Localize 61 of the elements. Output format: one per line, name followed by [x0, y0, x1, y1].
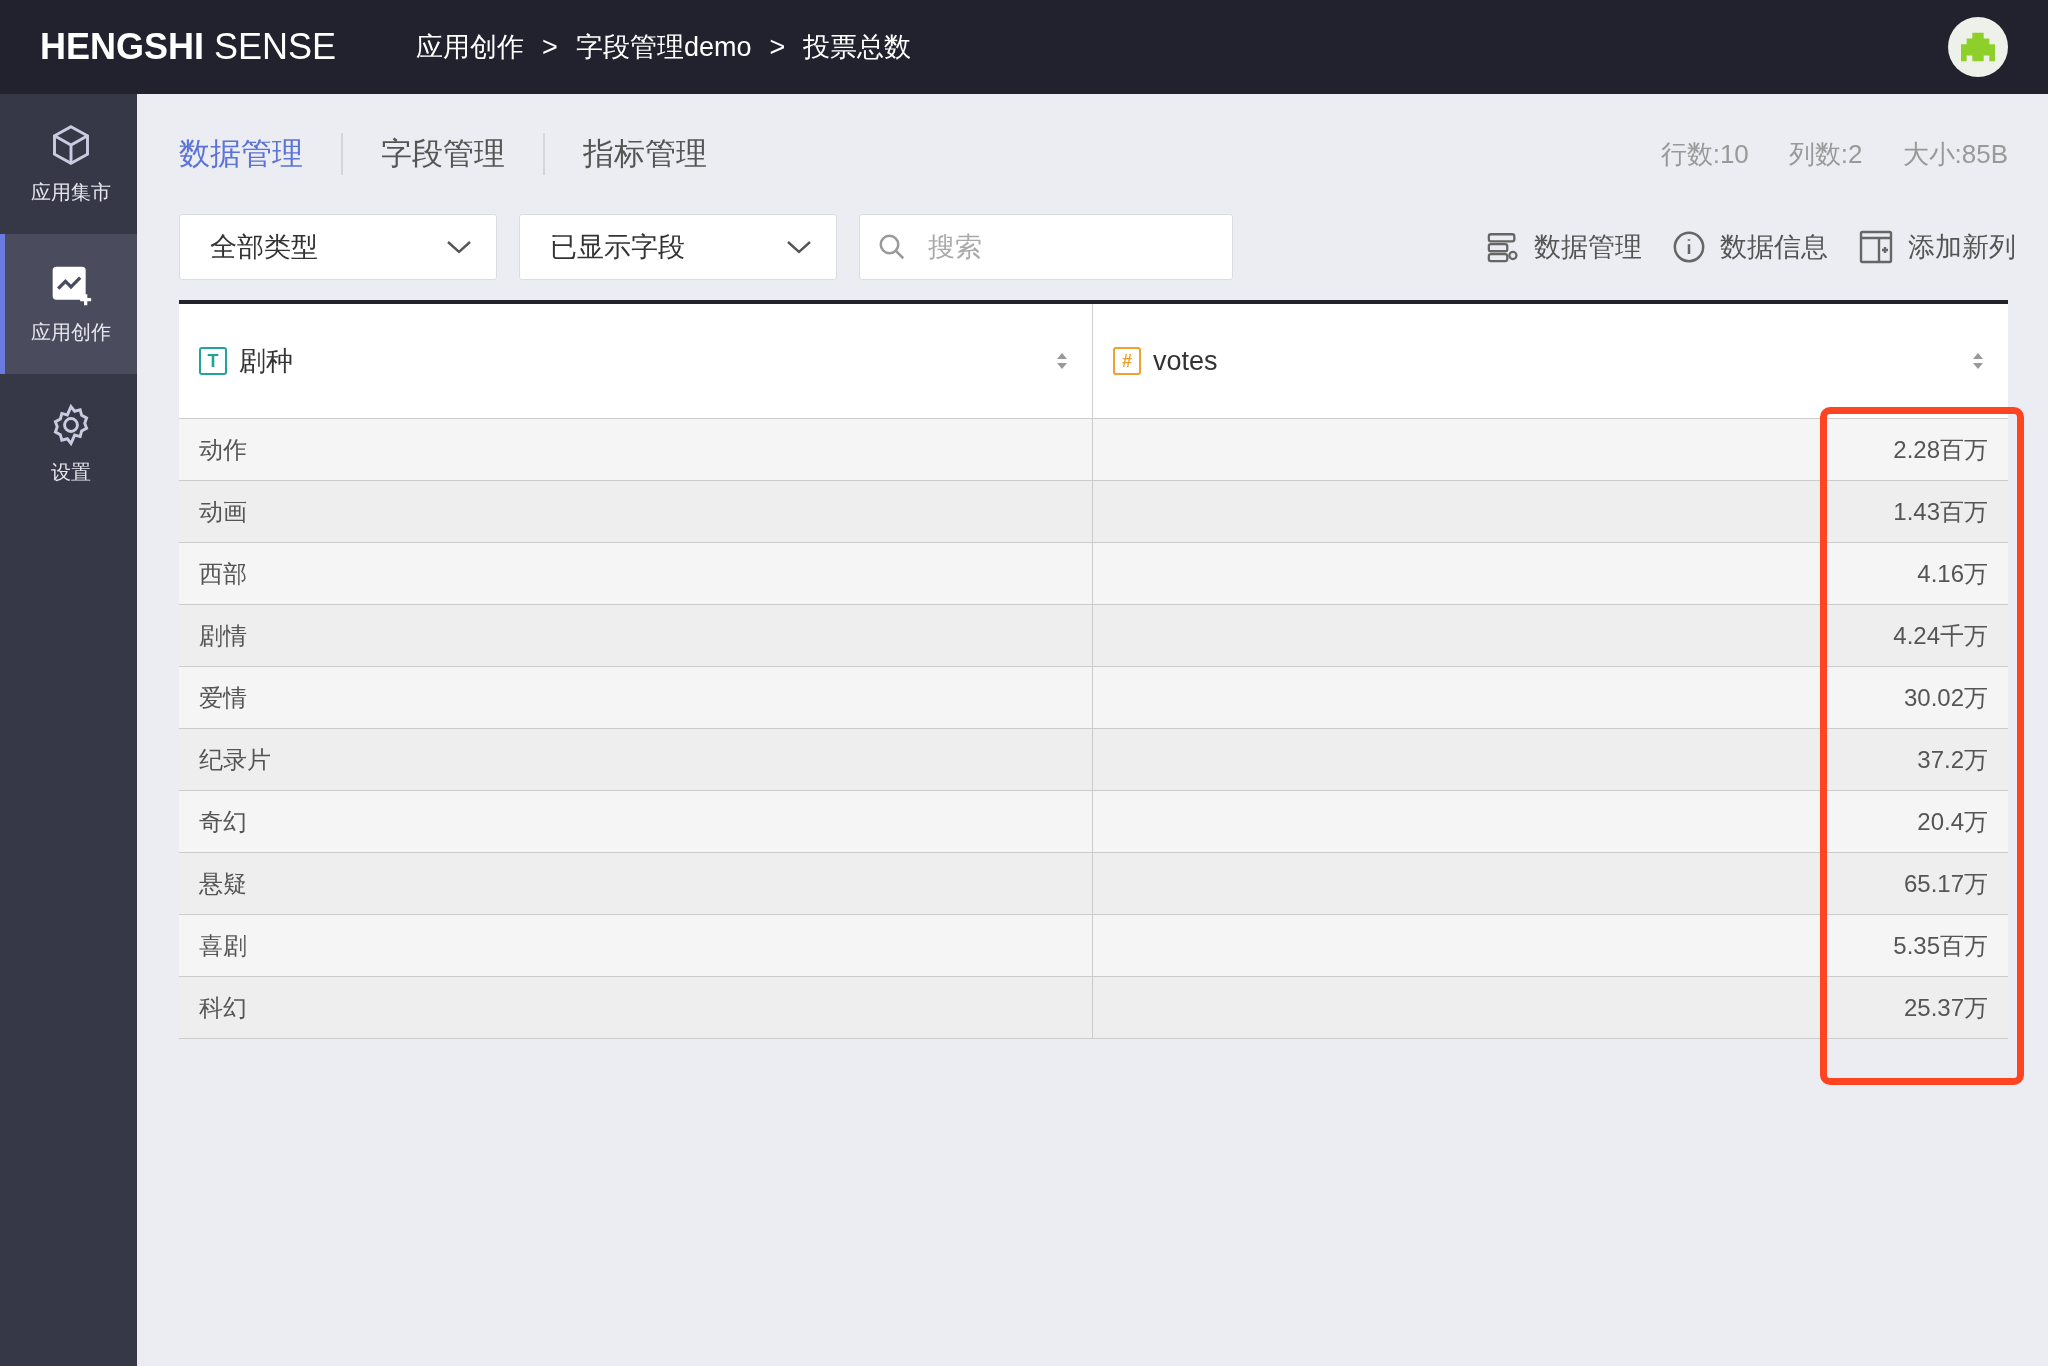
number-type-icon: #	[1113, 347, 1141, 375]
table-cell-text: 1.43百万	[1892, 496, 1989, 527]
breadcrumb-item[interactable]: 应用创作	[416, 29, 525, 65]
table-cell: 科幻	[179, 977, 1093, 1038]
toolbar-action[interactable]: 添加新列	[1858, 229, 2016, 265]
dropdown-value: 已显示字段	[550, 231, 685, 264]
table-cell-text: 30.02万	[1902, 682, 1989, 713]
sort-icon[interactable]	[1972, 352, 1984, 370]
table-cell: 西部	[179, 543, 1093, 604]
column-header[interactable]: # votes	[1093, 304, 2008, 418]
table-cell-text: 65.17万	[1902, 868, 1989, 899]
server-gear-icon	[1486, 230, 1520, 264]
sort-icon[interactable]	[1056, 352, 1068, 370]
breadcrumb-separator: >	[542, 31, 558, 63]
tab[interactable]: 数据管理	[179, 133, 341, 175]
breadcrumb-item[interactable]: 字段管理demo	[575, 29, 752, 65]
stat-text: 列数:2	[1788, 137, 1863, 171]
logo: HENGSHI SENSE	[40, 26, 337, 68]
avatar[interactable]	[1948, 17, 2008, 77]
chevron-down-icon	[446, 239, 472, 255]
column-title: 剧种	[239, 345, 293, 378]
stat-text: 行数:10	[1660, 137, 1749, 171]
table-cell-text: 5.35百万	[1892, 930, 1989, 961]
chevron-down-icon	[786, 239, 812, 255]
table-cell-text: 4.16万	[1916, 558, 1989, 589]
table-cell: 动作	[179, 419, 1093, 480]
tab[interactable]: 指标管理	[543, 133, 745, 175]
table-cell: 剧情	[179, 605, 1093, 666]
info-icon	[1672, 230, 1706, 264]
column-title: votes	[1153, 345, 1218, 377]
table-cell-text: 20.4万	[1916, 806, 1989, 837]
sidebar-label: 应用创作	[31, 319, 111, 345]
sidebar-item[interactable]: 设置	[0, 374, 137, 514]
sidebar-item[interactable]: 应用创作	[0, 234, 137, 374]
text-type-icon: T	[199, 347, 227, 375]
table-cell: 动画	[179, 481, 1093, 542]
filter-dropdown[interactable]: 已显示字段	[519, 214, 837, 280]
table-cell-text: 25.37万	[1902, 992, 1989, 1023]
search-field[interactable]: 搜索	[859, 214, 1233, 280]
toolbar-action[interactable]: 数据信息	[1672, 229, 1828, 265]
table-cell-text: 2.28百万	[1892, 434, 1989, 465]
table-cell: 纪录片	[179, 729, 1093, 790]
add-column-icon	[1858, 229, 1894, 265]
table-cell: 奇幻	[179, 791, 1093, 852]
sidebar-label: 应用集市	[31, 179, 111, 205]
pixel-avatar-icon	[1961, 32, 1995, 62]
table-cell: 爱情	[179, 667, 1093, 728]
stat-text: 大小:85B	[1902, 137, 2008, 171]
filter-dropdown[interactable]: 全部类型	[179, 214, 497, 280]
tab[interactable]: 字段管理	[341, 133, 543, 175]
breadcrumb-item[interactable]: 投票总数	[803, 29, 912, 65]
toolbar-action[interactable]: 数据管理	[1486, 229, 1642, 265]
sidebar-item[interactable]: 应用集市	[0, 94, 137, 234]
dropdown-value: 全部类型	[210, 231, 318, 264]
column-header[interactable]: T 剧种	[179, 304, 1093, 418]
breadcrumb-separator: >	[769, 31, 786, 63]
table-cell-text: 4.24千万	[1892, 620, 1989, 651]
table-cell: 喜剧	[179, 915, 1093, 976]
table-cell-text: 37.2万	[1916, 744, 1989, 775]
sidebar-label: 设置	[51, 459, 91, 485]
table-cell: 悬疑	[179, 853, 1093, 914]
